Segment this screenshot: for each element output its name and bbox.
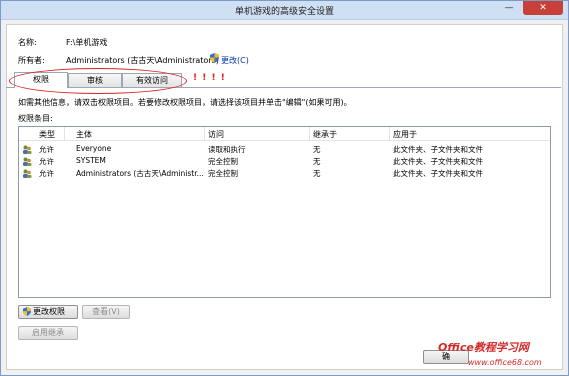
table-row[interactable]: 允许 Administrators (古古天\Administr... 完全控制…	[19, 168, 550, 179]
cell-inherited: 无	[313, 157, 321, 166]
owner-label: 所有者:	[18, 56, 45, 65]
user-icon	[23, 145, 32, 154]
list-header: 类型 主体 访问 继承于 应用于	[19, 127, 550, 141]
cell-type: 允许	[39, 145, 54, 154]
shield-icon	[23, 307, 31, 316]
cell-applies: 此文件夹、子文件夹和文件	[393, 169, 483, 178]
view-button[interactable]: 查看(V)	[82, 305, 130, 319]
close-button[interactable]: ✕	[523, 1, 563, 15]
user-icon	[23, 157, 32, 166]
instructions-text: 如需其他信息，请双击权限项目。若要修改权限项目，请选择该项目并单击"编辑"(如果…	[18, 98, 352, 107]
watermark-url: www.office68.com	[468, 358, 542, 367]
annotation-exclaim: ! ! ! !	[193, 73, 226, 83]
title-bar: 单机游戏的高级安全设置 — ✕	[1, 1, 568, 20]
cell-type: 允许	[39, 169, 54, 178]
permission-entries-list[interactable]: 类型 主体 访问 继承于 应用于 允许 Everyone 读取和执行 无 此文件…	[18, 126, 551, 298]
cell-access: 读取和执行	[208, 145, 246, 154]
col-applies[interactable]: 应用于	[393, 129, 417, 140]
window-title: 单机游戏的高级安全设置	[234, 7, 334, 17]
watermark-text: Office教程学习网	[438, 341, 529, 354]
table-row[interactable]: 允许 SYSTEM 完全控制 无 此文件夹、子文件夹和文件	[19, 156, 550, 167]
col-inherited[interactable]: 继承于	[313, 129, 337, 140]
cell-applies: 此文件夹、子文件夹和文件	[393, 157, 483, 166]
minimize-button[interactable]: —	[497, 1, 521, 15]
name-value: F:\单机游戏	[66, 38, 108, 47]
col-type[interactable]: 类型	[39, 129, 55, 140]
col-principal[interactable]: 主体	[76, 129, 92, 140]
enable-inheritance-button[interactable]: 启用继承	[18, 326, 78, 340]
cell-principal: Administrators (古古天\Administr...	[76, 169, 204, 178]
cell-access: 完全控制	[208, 157, 238, 166]
change-owner-link[interactable]: 更改(C)	[221, 55, 249, 66]
shield-icon	[210, 53, 219, 63]
user-icon	[23, 169, 32, 178]
cell-inherited: 无	[313, 145, 321, 154]
cell-applies: 此文件夹、子文件夹和文件	[393, 145, 483, 154]
col-access[interactable]: 访问	[208, 129, 224, 140]
cell-type: 允许	[39, 157, 54, 166]
owner-value: Administrators (古古天\Administrators)	[66, 56, 219, 65]
entries-label: 权限条目:	[18, 114, 53, 123]
red-highlight-ellipse	[9, 68, 187, 94]
cell-inherited: 无	[313, 169, 321, 178]
cell-principal: SYSTEM	[76, 156, 106, 165]
change-permissions-label: 更改权限	[33, 307, 65, 316]
change-permissions-button[interactable]: 更改权限	[18, 305, 78, 319]
table-row[interactable]: 允许 Everyone 读取和执行 无 此文件夹、子文件夹和文件	[19, 144, 550, 155]
cell-principal: Everyone	[76, 144, 112, 153]
name-label: 名称:	[18, 38, 37, 47]
cell-access: 完全控制	[208, 169, 238, 178]
